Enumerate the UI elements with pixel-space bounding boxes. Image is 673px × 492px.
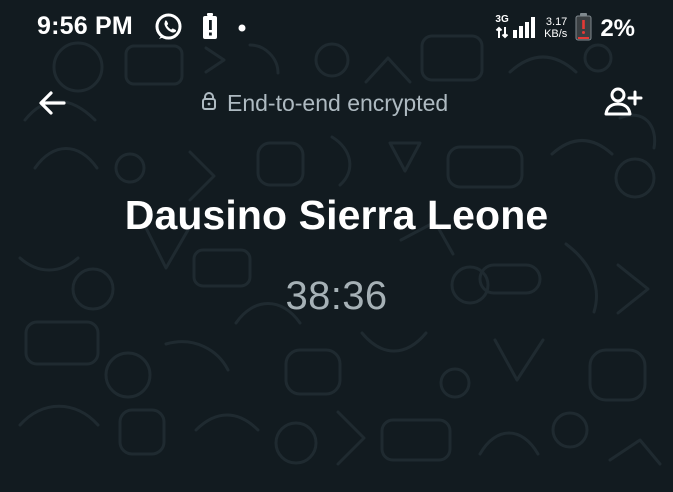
voice-call-screen: 9:56 PM 3G 3.17 KB/s 2% End-to-end encry… bbox=[0, 0, 673, 492]
caller-name: Dausino Sierra Leone bbox=[124, 192, 549, 238]
encryption-label: End-to-end encrypted bbox=[227, 90, 449, 116]
status-time: 9:56 PM bbox=[37, 12, 133, 40]
status-notification-icons bbox=[154, 12, 247, 46]
status-bar-right: 3G 3.17 KB/s 2% bbox=[495, 12, 635, 46]
notification-dot-icon bbox=[237, 20, 247, 38]
battery-alert-icon bbox=[201, 12, 219, 46]
back-arrow-icon bbox=[36, 87, 68, 124]
whatsapp-icon bbox=[154, 12, 183, 46]
data-arrows-icon bbox=[495, 26, 509, 44]
network-speed: 3.17 KB/s bbox=[544, 17, 567, 40]
network-type: 3G bbox=[495, 13, 509, 25]
battery-percent: 2% bbox=[600, 15, 635, 42]
network-signal-group: 3G bbox=[495, 13, 536, 44]
add-person-icon bbox=[603, 85, 643, 124]
call-timer: 38:36 bbox=[285, 274, 388, 318]
encryption-status: End-to-end encrypted bbox=[200, 90, 448, 117]
network-speed-unit: KB/s bbox=[544, 28, 568, 40]
signal-icon bbox=[512, 15, 536, 44]
back-button[interactable] bbox=[30, 83, 74, 127]
lock-icon bbox=[200, 90, 218, 117]
battery-icon bbox=[575, 12, 592, 46]
chat-wallpaper-doodles bbox=[18, 34, 662, 466]
add-participant-button[interactable] bbox=[601, 82, 645, 126]
